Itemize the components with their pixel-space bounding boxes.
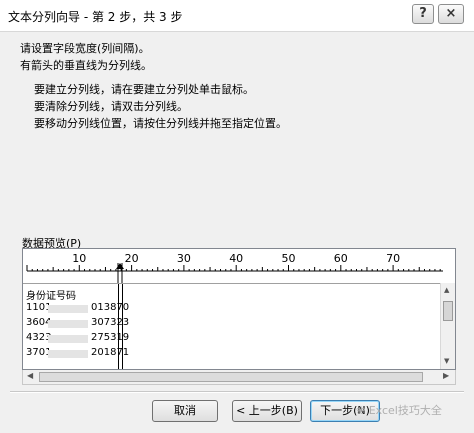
cell-header: 身份证号码 xyxy=(26,291,76,302)
preview-data-area[interactable]: 身份证号码 1101 013870 3604 307323 4323 27531… xyxy=(23,283,440,369)
title-bar: 文本分列向导 - 第 2 步，共 3 步 ? × xyxy=(0,0,474,32)
cell-suffix: 013870 xyxy=(91,302,130,313)
cell-suffix: 275319 xyxy=(91,332,130,343)
ruler-label: 30 xyxy=(177,252,191,265)
ruler-label: 20 xyxy=(125,252,139,265)
instruction-clear: 要清除分列线，请双击分列线。 xyxy=(34,100,188,113)
scroll-down-icon[interactable]: ▼ xyxy=(444,357,449,365)
ruler-labels: 10 20 30 40 50 60 70 xyxy=(72,252,400,265)
scroll-right-icon[interactable]: ▶ xyxy=(443,371,449,380)
help-button[interactable]: ? xyxy=(412,4,434,24)
help-icon: ? xyxy=(419,6,427,21)
vertical-scrollbar[interactable]: ▲ ▼ xyxy=(440,283,455,369)
split-arrow-icon xyxy=(116,263,124,269)
cancel-button[interactable]: 取消 xyxy=(152,400,218,422)
split-line-left[interactable] xyxy=(118,284,119,369)
instruction-move: 要移动分列线位置，请按住分列线并拖至指定位置。 xyxy=(34,117,287,130)
divider xyxy=(10,391,464,393)
close-button[interactable]: × xyxy=(438,4,464,24)
blurred-region xyxy=(48,305,88,313)
scroll-left-icon[interactable]: ◀ xyxy=(27,371,33,380)
ruler-label: 10 xyxy=(72,252,86,265)
cell-suffix: 307323 xyxy=(91,317,130,328)
split-line-right[interactable] xyxy=(122,284,123,369)
ruler-label: 40 xyxy=(229,252,243,265)
ruler-ticks xyxy=(26,265,441,271)
ruler-label: 70 xyxy=(386,252,400,265)
cell-suffix: 201871 xyxy=(91,347,130,358)
blurred-region xyxy=(48,350,88,358)
horizontal-scroll-thumb[interactable] xyxy=(39,372,423,382)
intro-line-2: 有箭头的垂直线为分列线。 xyxy=(20,59,152,72)
split-marker[interactable] xyxy=(116,263,124,283)
scroll-up-icon[interactable]: ▲ xyxy=(444,286,449,294)
wechat-icon: ❀ xyxy=(356,404,366,417)
horizontal-scrollbar[interactable]: ◀ ▶ xyxy=(22,370,456,385)
back-button[interactable]: < 上一步(B) xyxy=(232,400,302,422)
ruler-label: 50 xyxy=(282,252,296,265)
watermark-text: Excel技巧大全 xyxy=(368,404,442,417)
data-preview[interactable]: 10 20 30 40 50 60 70 身份证号码 1101 013870 3604 30… xyxy=(22,248,456,370)
close-icon: × xyxy=(445,6,457,21)
ruler-label: 60 xyxy=(334,252,348,265)
blurred-region xyxy=(48,320,88,328)
vertical-scroll-thumb[interactable] xyxy=(443,301,453,321)
window-title: 文本分列向导 - 第 2 步，共 3 步 xyxy=(8,10,183,24)
column-ruler[interactable]: 10 20 30 40 50 60 70 xyxy=(23,249,455,283)
watermark: ❀ Excel技巧大全 xyxy=(356,402,442,418)
blurred-region xyxy=(48,335,88,343)
instruction-create: 要建立分列线，请在要建立分列处单击鼠标。 xyxy=(34,83,254,96)
intro-line-1: 请设置字段宽度(列间隔)。 xyxy=(20,42,150,55)
